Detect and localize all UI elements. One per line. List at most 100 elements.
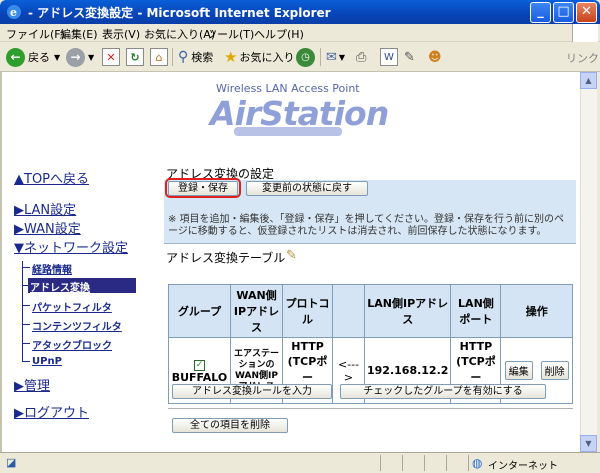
nav-tree-branch <box>22 267 30 268</box>
title-bar: e - アドレス変換設定 - Microsoft Internet Explor… <box>0 0 600 24</box>
add-rule-button[interactable]: アドレス変換ルールを入力 <box>172 384 332 399</box>
chevron-down-icon: ▼ <box>338 52 346 62</box>
toolbar: ← 戻る ▼ → ▼ ✕ ↻ ⌂ ⚲ 検索 ★ お気に入り ◷ ✉ ▼ ⎙ W … <box>0 42 600 72</box>
nav-attack-block[interactable]: アタックブロック <box>32 337 112 352</box>
scroll-down-icon[interactable]: ▼ <box>580 435 597 452</box>
header-wan-ip: WAN側IPアドレス <box>230 284 283 338</box>
enable-checked-groups-button[interactable]: チェックしたグループを有効にする <box>340 384 546 399</box>
nav-upnp[interactable]: UPnP <box>32 356 62 367</box>
favorites-label: お気に入り <box>239 51 295 64</box>
nav-network[interactable]: ▼ネットワーク設定 <box>14 237 128 256</box>
forward-button[interactable]: → ▼ <box>66 47 94 67</box>
edit-button[interactable]: 編集 <box>504 361 533 380</box>
nav-tree-branch <box>22 361 30 362</box>
page-done-icon: ◪ <box>6 456 17 469</box>
menu-help[interactable]: ヘルプ(H) <box>254 26 304 42</box>
header-lan-ip: LAN側IPアドレス <box>363 284 452 338</box>
toolbar-separator <box>320 48 321 66</box>
nav-packet-filter[interactable]: パケットフィルタ <box>32 299 112 314</box>
header-group: グループ <box>168 284 231 338</box>
status-cell <box>402 455 403 471</box>
nav-routing[interactable]: 経路情報 <box>32 261 72 276</box>
nav-tree-branch <box>22 324 30 325</box>
discuss-button[interactable]: ✎ <box>404 47 415 67</box>
toolbar-separator <box>172 48 173 66</box>
menu-view[interactable]: 表示(V) <box>102 26 140 42</box>
windows-logo-icon <box>572 24 598 42</box>
menu-favorites[interactable]: お気に入り(A) <box>144 26 215 42</box>
star-icon: ★ <box>224 48 238 66</box>
messenger-icon: ☻ <box>428 49 442 65</box>
nav-address-translation[interactable]: アドレス変換 <box>30 279 90 294</box>
status-cell <box>380 455 381 471</box>
status-cell <box>468 455 469 471</box>
status-cell <box>424 455 425 471</box>
back-button[interactable]: ← 戻る ▼ <box>6 47 60 67</box>
internet-zone-icon: ◍ <box>472 456 483 470</box>
nav-logout[interactable]: ▶ログアウト <box>14 402 89 421</box>
ie-icon: e <box>7 5 21 19</box>
refresh-button[interactable]: ↻ <box>126 47 144 67</box>
settings-note: ※ 項目を追加・編集後、「登録・保存」を押してください。登録・保存を行う前に別の… <box>168 214 564 237</box>
chevron-down-icon: ▼ <box>88 52 95 62</box>
home-button[interactable]: ⌂ <box>150 47 168 67</box>
nav-manage[interactable]: ▶管理 <box>14 375 50 394</box>
search-label: 検索 <box>191 51 214 64</box>
favorites-button[interactable]: ★ お気に入り <box>224 47 294 67</box>
edit-icon: W <box>380 48 398 66</box>
menu-tools[interactable]: ツール(T) <box>206 26 254 42</box>
status-bar: ◪ ◍ インターネット <box>0 452 600 473</box>
delete-all-button[interactable]: 全ての項目を削除 <box>172 418 288 433</box>
table-title: アドレス変換テーブル <box>166 251 286 265</box>
minimize-button[interactable]: _ <box>530 2 551 23</box>
close-button[interactable]: ✕ <box>576 2 597 23</box>
edit-page-button[interactable]: W <box>380 47 398 67</box>
nav-tree-branch <box>22 343 30 344</box>
divider <box>168 408 573 409</box>
revert-button[interactable]: 変更前の状態に戻す <box>246 181 368 196</box>
header-protocol: プロトコル <box>282 284 333 338</box>
svg-text:e: e <box>10 6 17 19</box>
nav-tree-branch <box>22 305 30 306</box>
zone-label: インターネット <box>488 461 558 472</box>
back-label: 戻る <box>28 51 50 64</box>
header-arrow <box>332 284 365 338</box>
nav-lan[interactable]: ▶LAN設定 <box>14 199 76 218</box>
maximize-button[interactable]: □ <box>553 2 574 23</box>
search-icon: ⚲ <box>178 49 189 65</box>
history-button[interactable]: ◷ <box>296 47 318 67</box>
menu-file[interactable]: ファイル(F) <box>6 26 65 42</box>
table-header-row: グループ WAN側IPアドレス プロトコル LAN側IPアドレス LAN側ポート… <box>168 284 573 338</box>
window-title: - アドレス変換設定 - Microsoft Internet Explorer <box>28 6 331 20</box>
stop-button[interactable]: ✕ <box>102 47 120 67</box>
nav-top[interactable]: ▲TOPへ戻る <box>14 168 89 187</box>
scroll-up-icon[interactable]: ▲ <box>580 72 597 89</box>
home-icon: ⌂ <box>150 48 168 66</box>
mail-button[interactable]: ✉ ▼ <box>326 47 345 67</box>
links-label[interactable]: リンク <box>566 50 599 66</box>
history-icon: ◷ <box>296 47 315 67</box>
help-icon[interactable]: ✎ <box>286 248 297 263</box>
vertical-scrollbar[interactable] <box>580 72 597 452</box>
discuss-icon: ✎ <box>404 49 415 65</box>
save-button-highlight <box>165 178 241 198</box>
back-arrow-icon: ← <box>6 47 25 67</box>
group-name: BUFFALO <box>171 371 228 384</box>
nav-tree-line <box>22 261 23 361</box>
nav-wan[interactable]: ▶WAN設定 <box>14 218 81 237</box>
delete-button[interactable]: 削除 <box>540 361 569 380</box>
menu-edit[interactable]: 編集(E) <box>60 26 98 42</box>
nav-content-filter[interactable]: コンテンツフィルタ <box>32 318 122 333</box>
status-cell <box>446 455 447 471</box>
print-button[interactable]: ⎙ <box>356 47 366 67</box>
forward-arrow-icon: → <box>66 47 85 67</box>
stop-icon: ✕ <box>102 48 120 66</box>
menu-bar: ファイル(F) 編集(E) 表示(V) お気に入り(A) ツール(T) ヘルプ(… <box>0 24 600 42</box>
page-content: Wireless LAN Access Point AirStation ▲TO… <box>2 72 580 452</box>
group-enable-checkbox[interactable]: ✓ <box>194 360 205 371</box>
search-button[interactable]: ⚲ 検索 <box>178 47 213 67</box>
print-icon: ⎙ <box>356 49 367 65</box>
messenger-button[interactable]: ☻ <box>428 47 442 67</box>
header-operation: 操作 <box>500 284 573 338</box>
chevron-down-icon: ▼ <box>54 52 61 62</box>
